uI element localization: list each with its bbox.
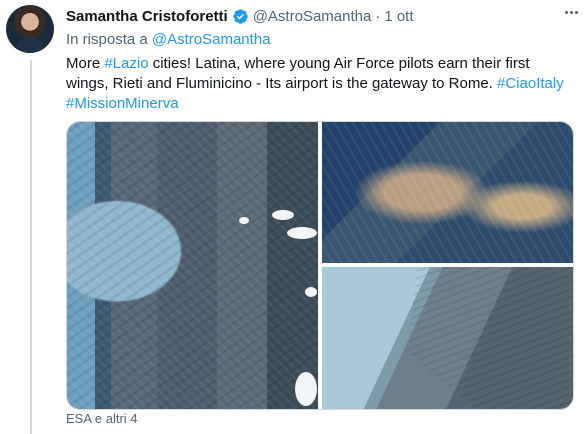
thread-line (30, 60, 32, 434)
hashtag-ciaoitaly[interactable]: #CiaoItaly (497, 75, 564, 92)
author-handle[interactable]: @AstroSamantha (253, 8, 372, 25)
tagged-users[interactable]: ESA e altri 4 (66, 411, 138, 427)
reply-prefix: In risposta a (66, 31, 148, 48)
verified-badge-icon (232, 8, 248, 24)
reply-context: In risposta a @AstroSamantha (66, 30, 578, 50)
cloud-shape (305, 287, 317, 297)
satellite-image-fiumicino[interactable] (322, 267, 573, 409)
cloud-shape (239, 217, 249, 224)
tweet-header: Samantha Cristoforetti @AstroSamantha · … (66, 5, 578, 27)
author-name[interactable]: Samantha Cristoforetti (66, 8, 228, 25)
more-options-icon[interactable] (565, 11, 578, 14)
satellite-image-latina[interactable] (67, 122, 318, 409)
tweet-text: More #Lazio cities! Latina, where young … (66, 54, 571, 114)
media-grid (66, 121, 574, 410)
reply-handle-link[interactable]: @AstroSamantha (152, 31, 271, 48)
text-segment: More (66, 55, 105, 72)
cloud-shape (272, 210, 294, 220)
hashtag-lazio[interactable]: #Lazio (104, 55, 148, 72)
separator-dot: · (375, 7, 381, 25)
tweet-body: Samantha Cristoforetti @AstroSamantha · … (66, 5, 578, 114)
satellite-image-rieti[interactable] (322, 122, 573, 263)
avatar[interactable] (6, 5, 54, 53)
cloud-shape (287, 227, 317, 239)
hashtag-missionminerva[interactable]: #MissionMinerva (66, 95, 179, 112)
tweet-timestamp[interactable]: 1 ott (384, 8, 413, 25)
cloud-shape (295, 372, 317, 406)
